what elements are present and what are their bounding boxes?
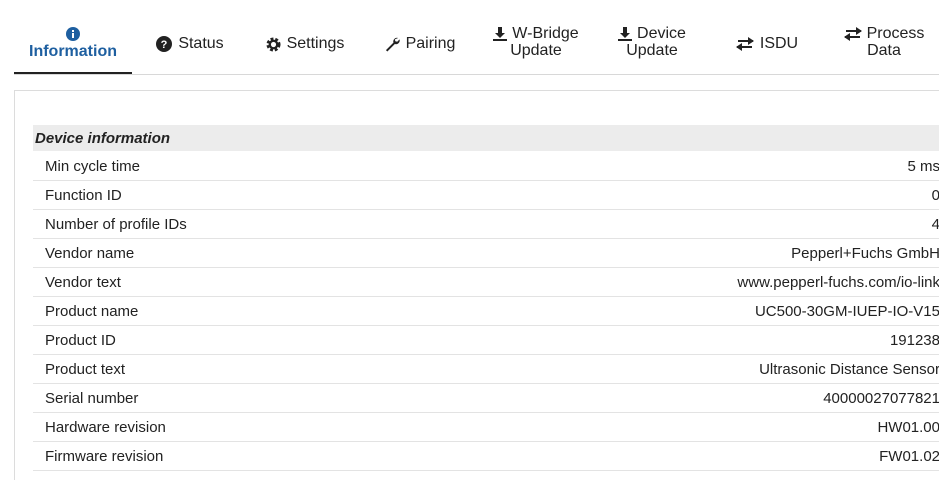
table-row: Vendor name Pepperl+Fuchs GmbH	[33, 239, 939, 268]
row-label: Function ID	[45, 186, 122, 204]
table-row: Min cycle time 5 ms	[33, 152, 939, 181]
tab-label-bottom: Update	[626, 42, 678, 59]
tab-isdu[interactable]: ISDU	[722, 14, 812, 74]
tab-label-group: Process Data	[843, 25, 925, 59]
table-row: Function ID 0	[33, 181, 939, 210]
tab-label: ISDU	[759, 35, 799, 52]
row-label: Product name	[45, 302, 139, 320]
row-label: Product text	[45, 360, 126, 378]
tab-label-top-line: W-Bridge	[493, 25, 579, 42]
tab-status[interactable]: ? Status	[148, 14, 232, 74]
row-label: Vendor text	[45, 273, 121, 291]
tab-label-top-line: Process	[843, 25, 925, 42]
row-value: www.pepperl-fuchs.com/io-link	[737, 273, 939, 291]
table-row: Firmware revision FW01.02	[33, 442, 939, 471]
table-row: Product ID 191238	[33, 326, 939, 355]
table-row: Product text Ultrasonic Distance Sensor	[33, 355, 939, 384]
tab-label-top: W-Bridge	[512, 25, 579, 42]
download-icon	[618, 26, 633, 41]
information-panel: Device information Min cycle time 5 ms Fun…	[14, 90, 939, 480]
tab-label-top: Process	[866, 25, 925, 42]
row-value: 4	[931, 215, 939, 233]
tab-label-bottom: Data	[867, 42, 901, 59]
row-label: Serial number	[45, 389, 139, 407]
tab-settings[interactable]: Settings	[256, 14, 354, 74]
table-row: Hardware revision HW01.00	[33, 413, 939, 442]
section-header: Device information	[33, 125, 939, 151]
table-row: Vendor text www.pepperl-fuchs.com/io-link	[33, 268, 939, 297]
row-value: Ultrasonic Distance Sensor	[759, 360, 939, 378]
row-value: FW01.02	[879, 447, 939, 465]
row-label: Vendor name	[45, 244, 135, 262]
row-value: Pepperl+Fuchs GmbH	[791, 244, 939, 262]
tab-process-data[interactable]: Process Data	[832, 12, 936, 72]
gear-icon	[266, 36, 281, 52]
row-value: 191238	[889, 331, 939, 349]
table-row: Product name UC500-30GM-IUEP-IO-V15	[33, 297, 939, 326]
row-value: 0	[931, 186, 939, 204]
tab-label-group: W-Bridge Update	[493, 25, 579, 59]
row-label: Hardware revision	[45, 418, 166, 436]
tab-label: Status	[178, 35, 224, 52]
tab-label-top-line: Device	[618, 25, 686, 42]
exchange-arrows-icon	[843, 26, 862, 41]
row-value: 5 ms	[907, 157, 939, 175]
tab-label-group: Device Update	[618, 25, 686, 59]
row-label: Firmware revision	[45, 447, 164, 465]
tab-w-bridge-update[interactable]: W-Bridge Update	[480, 12, 592, 72]
tab-label: Settings	[286, 35, 345, 52]
wrench-icon	[385, 37, 400, 52]
info-circle-icon	[66, 27, 80, 41]
tab-label-top: Device	[637, 25, 686, 42]
download-icon	[493, 26, 508, 41]
tab-bar: Information ? Status Settings Pairing W-…	[0, 0, 939, 74]
row-label: Product ID	[45, 331, 116, 349]
table-row: Serial number 40000027077821	[33, 384, 939, 413]
device-info-table: Min cycle time 5 ms Function ID 0 Number of …	[33, 152, 939, 471]
tab-device-update[interactable]: Device Update	[604, 12, 700, 72]
tab-information[interactable]: Information	[14, 14, 132, 74]
row-label: Min cycle time	[45, 157, 141, 175]
row-label: Number of profile IDs	[45, 215, 187, 233]
tab-pairing[interactable]: Pairing	[376, 14, 464, 74]
table-row: Number of profile IDs 4	[33, 210, 939, 239]
row-value: UC500-30GM-IUEP-IO-V15	[754, 302, 939, 320]
tab-label-bottom: Update	[510, 42, 562, 59]
tab-bar-divider	[14, 74, 939, 75]
svg-text:?: ?	[161, 39, 168, 51]
row-value: HW01.00	[877, 418, 939, 436]
tab-label: Information	[29, 43, 117, 60]
row-value: 40000027077821	[823, 389, 939, 407]
tab-label: Pairing	[405, 35, 456, 52]
question-circle-icon: ?	[156, 36, 173, 52]
exchange-arrows-icon	[735, 37, 754, 51]
